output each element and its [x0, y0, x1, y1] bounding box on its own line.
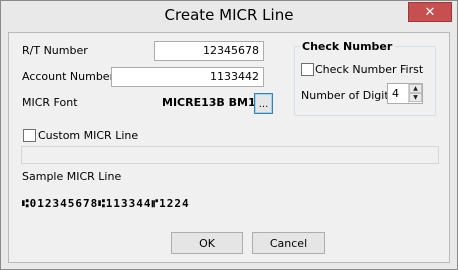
dialog-window: Create MICR Line ✕ R/T Number 12345678 A…: [0, 0, 458, 270]
check-number-group-title: Check Number: [300, 40, 395, 53]
close-icon: ✕: [424, 4, 436, 20]
cancel-button-label: Cancel: [269, 236, 308, 250]
custom-micr-line-input[interactable]: [21, 146, 439, 164]
number-of-digits-label: Number of Digits: [301, 89, 395, 102]
number-of-digits-spinner[interactable]: 4 ▲ ▼: [387, 83, 423, 104]
check-number-first-checkbox[interactable]: [301, 63, 314, 76]
check-number-group: [294, 46, 436, 116]
account-number-label: Account Number: [22, 70, 115, 83]
down-arrow-icon[interactable]: ▼: [409, 93, 422, 102]
ok-button-label: OK: [199, 236, 215, 250]
up-arrow-icon[interactable]: ▲: [409, 84, 422, 93]
font-browse-button[interactable]: ...: [254, 93, 273, 114]
micr-font-label: MICR Font: [22, 96, 78, 109]
account-number-input[interactable]: 1133442: [111, 67, 264, 87]
number-of-digits-value[interactable]: 4: [392, 87, 399, 100]
custom-micr-line-checkbox[interactable]: [23, 129, 36, 142]
check-number-first-label[interactable]: Check Number First: [315, 63, 423, 76]
close-button[interactable]: ✕: [408, 2, 452, 22]
window-title: Create MICR Line: [164, 6, 294, 24]
rt-number-input[interactable]: 12345678: [154, 41, 264, 61]
sample-micr-line-text: ⑆012345678⑆113344⑈1224: [22, 197, 190, 210]
custom-micr-line-label[interactable]: Custom MICR Line: [38, 129, 138, 142]
ok-button[interactable]: OK: [171, 232, 243, 254]
font-browse-button-label: ...: [258, 99, 269, 110]
spinner-arrows: ▲ ▼: [408, 84, 422, 103]
dialog-body: R/T Number 12345678 Account Number 11334…: [8, 32, 450, 263]
sample-micr-line-label: Sample MICR Line: [22, 170, 122, 183]
rt-number-label: R/T Number: [22, 44, 88, 57]
micr-font-value: MICRE13B BM1: [162, 96, 256, 109]
title-bar: Create MICR Line ✕: [1, 1, 457, 33]
cancel-button[interactable]: Cancel: [252, 232, 325, 254]
